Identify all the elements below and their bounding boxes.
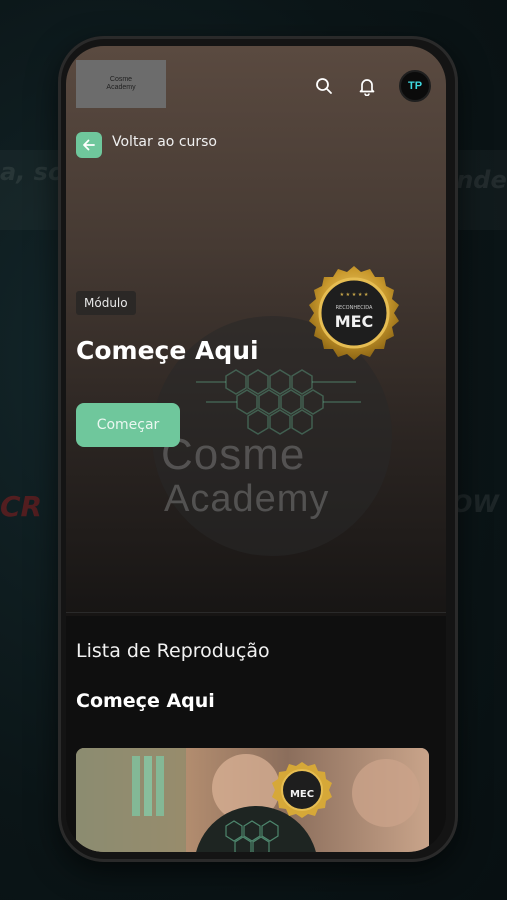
logo-line2: Academy bbox=[106, 84, 136, 91]
playlist-module-title: Começe Aqui bbox=[76, 690, 215, 712]
app-screen: Cosme Academy Cosme Academy TP Voltar ao… bbox=[66, 46, 446, 852]
mec-seal: ★ ★ ★ ★ ★ RECONHECIDA MEC bbox=[304, 264, 404, 364]
section-divider bbox=[66, 612, 446, 613]
seal-caption: RECONHECIDA bbox=[336, 305, 373, 311]
app-logo[interactable]: Cosme Academy bbox=[76, 60, 166, 108]
module-title: Começe Aqui bbox=[76, 336, 259, 365]
bell-icon[interactable] bbox=[355, 74, 379, 98]
playlist-heading: Lista de Reprodução bbox=[76, 640, 270, 662]
logo-line1: Cosme bbox=[109, 76, 133, 83]
hero-banner: Cosme Academy Cosme Academy TP Voltar ao… bbox=[66, 46, 446, 616]
back-link[interactable]: Voltar ao curso bbox=[112, 134, 217, 150]
search-icon[interactable] bbox=[312, 74, 336, 98]
module-thumbnail[interactable]: MEC bbox=[76, 748, 429, 852]
back-button[interactable] bbox=[76, 132, 102, 158]
background-text: CR bbox=[0, 490, 43, 523]
avatar[interactable]: TP bbox=[399, 70, 431, 102]
seal-brand: MEC bbox=[335, 312, 374, 331]
phone-frame: Cosme Academy Cosme Academy TP Voltar ao… bbox=[58, 36, 458, 862]
arrow-left-icon bbox=[83, 139, 95, 151]
svg-text:★ ★ ★ ★ ★: ★ ★ ★ ★ ★ bbox=[340, 292, 369, 298]
hero-watermark-line2: Academy bbox=[164, 478, 330, 520]
module-chip: Módulo bbox=[76, 291, 136, 315]
hero-watermark-line1: Cosme bbox=[161, 430, 306, 479]
thumb-seal-brand: MEC bbox=[290, 789, 314, 800]
start-button[interactable]: Começar bbox=[76, 403, 180, 447]
background-text: OW bbox=[452, 490, 499, 518]
